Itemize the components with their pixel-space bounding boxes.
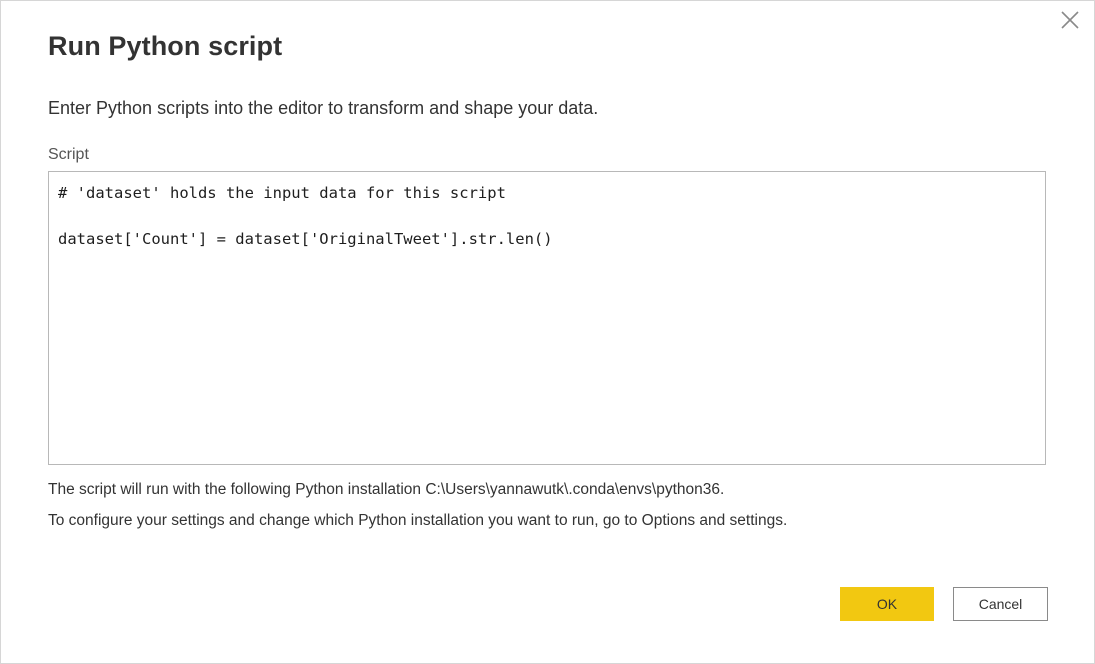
dialog-description: Enter Python scripts into the editor to … [48, 98, 599, 118]
close-button[interactable] [1055, 5, 1085, 35]
script-editor[interactable]: # 'dataset' holds the input data for thi… [48, 171, 1046, 465]
python-installation-note: The script will run with the following P… [48, 481, 725, 498]
script-blank-line [58, 204, 1036, 228]
script-line-comment: # 'dataset' holds the input data for thi… [58, 184, 506, 202]
script-label: Script [48, 146, 89, 163]
run-python-script-dialog: Run Python script Enter Python scripts i… [0, 0, 1095, 664]
dialog-title: Run Python script [48, 31, 283, 61]
cancel-button[interactable]: Cancel [953, 587, 1048, 621]
close-icon [1061, 11, 1079, 29]
script-line-code: dataset['Count'] = dataset['OriginalTwee… [58, 230, 553, 248]
configure-settings-note: To configure your settings and change wh… [48, 512, 788, 529]
ok-button[interactable]: OK [840, 587, 934, 621]
